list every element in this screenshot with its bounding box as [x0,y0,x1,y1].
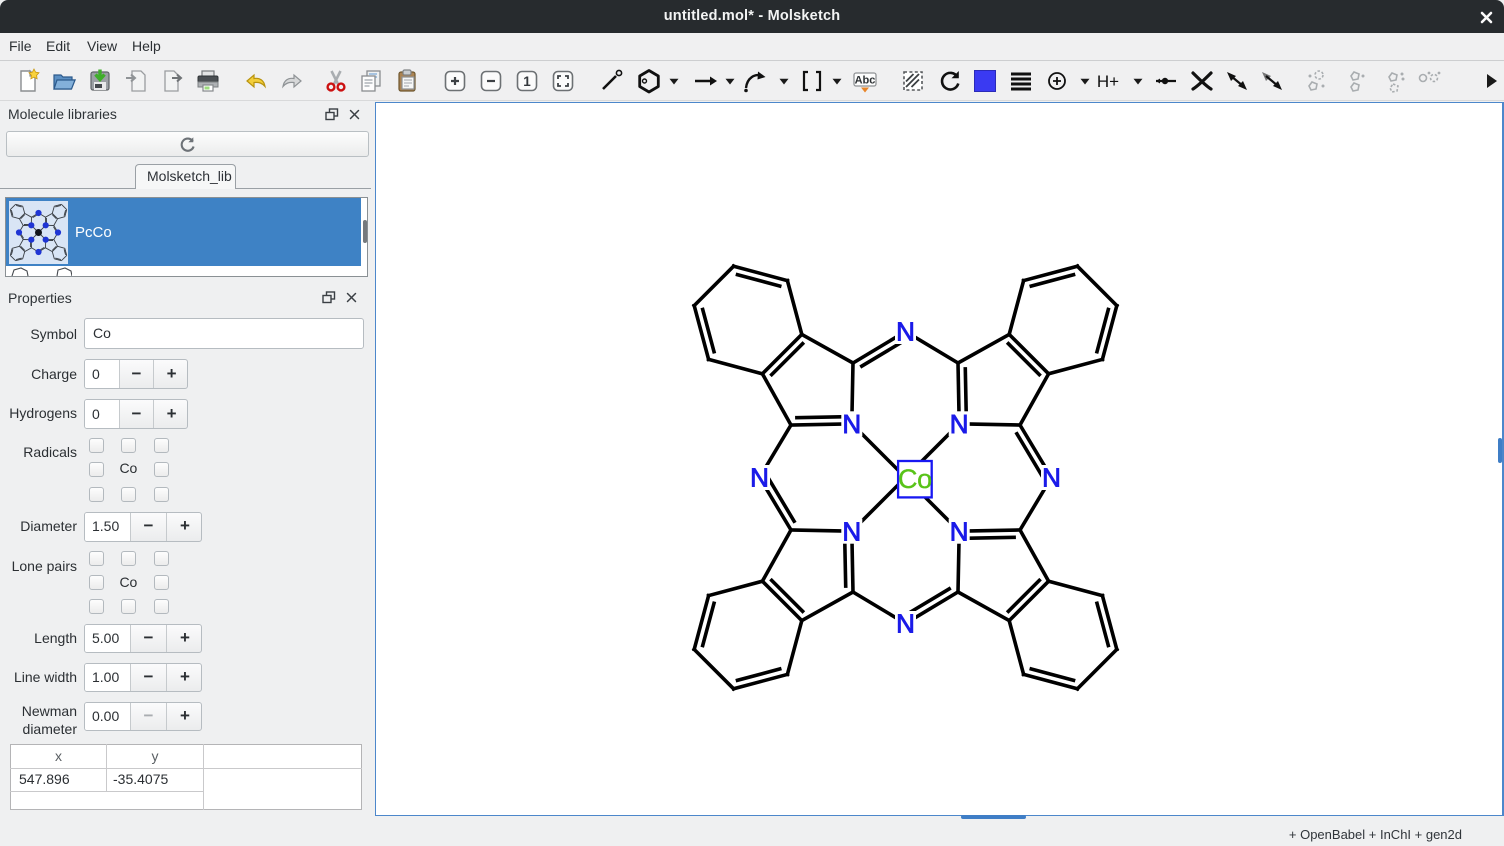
svg-text:N: N [950,409,969,439]
svg-text:Abc: Abc [855,75,876,87]
svg-text:Co: Co [898,464,932,494]
svg-text:N: N [750,463,769,493]
svg-text:1: 1 [523,74,531,89]
svg-text:N: N [842,409,861,439]
svg-text:H+: H+ [1097,72,1119,91]
svg-text:N: N [896,317,915,347]
svg-text:N: N [950,516,969,546]
svg-text:N: N [1042,463,1061,493]
svg-text:N: N [842,516,861,546]
svg-text:N: N [896,609,915,639]
